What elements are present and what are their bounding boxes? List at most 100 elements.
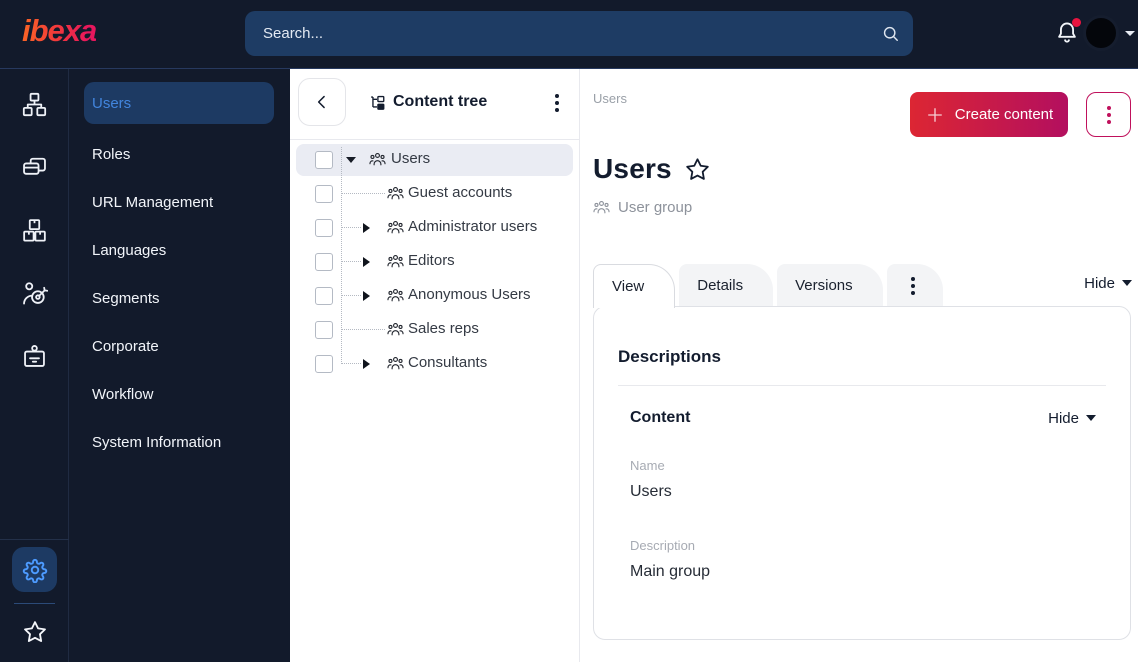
rail-divider: [0, 539, 69, 540]
title-row: Users: [593, 153, 711, 185]
tab-details[interactable]: Details: [679, 264, 774, 307]
sidebar-menu: Users Roles URL Management Languages Seg…: [69, 69, 290, 662]
tree-checkbox-sales-reps[interactable]: [315, 321, 333, 339]
user-group-icon: [387, 254, 404, 268]
caret-right-icon[interactable]: [363, 257, 370, 267]
user-menu-caret-icon[interactable]: [1125, 31, 1135, 36]
tree-row-administrator-users[interactable]: Administrator users: [290, 211, 579, 245]
tab-versions[interactable]: Versions: [777, 264, 883, 307]
rail-item-products[interactable]: [0, 199, 69, 262]
chevron-left-icon: [317, 95, 325, 109]
tree-checkbox-guest-accounts[interactable]: [315, 185, 333, 203]
sidebar-item-workflow[interactable]: Workflow: [69, 370, 290, 418]
content-tree-icon: [371, 95, 385, 110]
search-icon[interactable]: [881, 24, 900, 43]
content-tree-panel: Content tree Users Guest accounts Admini…: [290, 69, 580, 662]
sitemap-icon: [22, 92, 47, 117]
plus-icon: [927, 107, 942, 122]
sidebar-item-system-information[interactable]: System Information: [69, 418, 290, 466]
field-value-name: Users: [630, 483, 672, 500]
global-search: [245, 11, 913, 56]
user-group-icon: [387, 220, 404, 234]
hide-section-toggle[interactable]: Hide: [1048, 410, 1096, 427]
user-group-icon: [387, 288, 404, 302]
bookmarks-button[interactable]: [0, 612, 69, 652]
rail-item-pages[interactable]: [0, 136, 69, 199]
ibexa-logo[interactable]: ibexa: [22, 13, 97, 49]
tree-row-users[interactable]: Users: [290, 143, 579, 177]
content-actions-kebab-button[interactable]: [1086, 92, 1131, 137]
tree-row-consultants[interactable]: Consultants: [290, 347, 579, 381]
search-input[interactable]: [245, 11, 913, 56]
settings-button[interactable]: [12, 547, 57, 592]
sidebar-item-users[interactable]: Users: [84, 82, 274, 124]
user-avatar[interactable]: [1083, 15, 1119, 51]
content-tree-title: Content tree: [368, 93, 487, 111]
star-icon: [23, 621, 46, 642]
tree-connector-line: [341, 147, 342, 364]
pages-icon: [23, 157, 46, 175]
field-value-description: Main group: [630, 563, 711, 580]
rail-item-admin[interactable]: [0, 325, 69, 388]
tab-bar: View Details Versions Hide: [593, 263, 1132, 308]
main-content: Users Create content Users User group Vi…: [580, 69, 1138, 662]
tab-view[interactable]: View: [593, 264, 676, 308]
selected-row-highlight: [296, 144, 573, 176]
tree-checkbox-consultants[interactable]: [315, 355, 333, 373]
caret-right-icon[interactable]: [363, 291, 370, 301]
rail-item-content-structure[interactable]: [0, 73, 69, 136]
tree-checkbox-anonymous-users[interactable]: [315, 287, 333, 305]
section-title: Content: [630, 409, 691, 426]
sidebar-item-corporate[interactable]: Corporate: [69, 322, 290, 370]
caret-right-icon[interactable]: [363, 359, 370, 369]
tree-row-sales-reps[interactable]: Sales reps: [290, 313, 579, 347]
kebab-icon: [910, 274, 915, 298]
favorite-star-icon[interactable]: [684, 156, 711, 183]
tree-checkbox-users[interactable]: [315, 151, 333, 169]
notifications-bell-icon[interactable]: [1054, 18, 1081, 48]
rail-bottom: [0, 539, 69, 662]
content-type-label: User group: [618, 199, 693, 216]
caret-down-icon: [1122, 280, 1132, 286]
kebab-icon: [1106, 103, 1111, 127]
field-label-description: Description: [630, 538, 696, 553]
create-content-button[interactable]: Create content: [910, 92, 1068, 137]
rail-item-personalization[interactable]: [0, 262, 69, 325]
caret-right-icon[interactable]: [363, 223, 370, 233]
user-group-icon: [387, 356, 404, 370]
tree-checkbox-administrator-users[interactable]: [315, 219, 333, 237]
content-tree-list: Users Guest accounts Administrator users…: [290, 140, 579, 381]
breadcrumb[interactable]: Users: [593, 91, 627, 106]
card-divider: [618, 385, 1106, 386]
user-group-icon: [369, 152, 386, 166]
caret-down-icon: [1086, 415, 1096, 421]
user-group-icon: [593, 200, 610, 214]
gear-icon: [22, 558, 47, 583]
page-title: Users: [593, 153, 672, 184]
hide-tabs-toggle[interactable]: Hide: [1084, 275, 1132, 292]
sidebar-item-languages[interactable]: Languages: [69, 226, 290, 274]
icon-rail: [0, 69, 69, 662]
tree-row-anonymous-users[interactable]: Anonymous Users: [290, 279, 579, 313]
collapse-tree-button[interactable]: [298, 78, 346, 126]
sidebar-item-roles[interactable]: Roles: [69, 130, 290, 178]
tree-row-editors[interactable]: Editors: [290, 245, 579, 279]
user-group-icon: [387, 186, 404, 200]
topbar: ibexa: [0, 0, 1138, 69]
content-type-row: User group: [593, 199, 692, 216]
rail-divider-2: [14, 603, 55, 604]
sidebar-item-segments[interactable]: Segments: [69, 274, 290, 322]
caret-down-icon[interactable]: [346, 157, 356, 163]
person-target-icon: [23, 282, 48, 305]
content-section-header: Content Hide: [630, 409, 1096, 427]
field-label-name: Name: [630, 458, 665, 473]
tree-checkbox-editors[interactable]: [315, 253, 333, 271]
tree-options-kebab-icon[interactable]: [555, 91, 559, 115]
content-tree-header: Content tree: [290, 69, 579, 140]
badge-icon: [24, 345, 45, 367]
tab-more-kebab[interactable]: [886, 264, 943, 307]
sidebar-item-url-management[interactable]: URL Management: [69, 178, 290, 226]
app-root: ibexa Search... Users Roles URL Manageme…: [0, 0, 1138, 662]
boxes-icon: [23, 219, 46, 242]
tree-row-guest-accounts[interactable]: Guest accounts: [290, 177, 579, 211]
